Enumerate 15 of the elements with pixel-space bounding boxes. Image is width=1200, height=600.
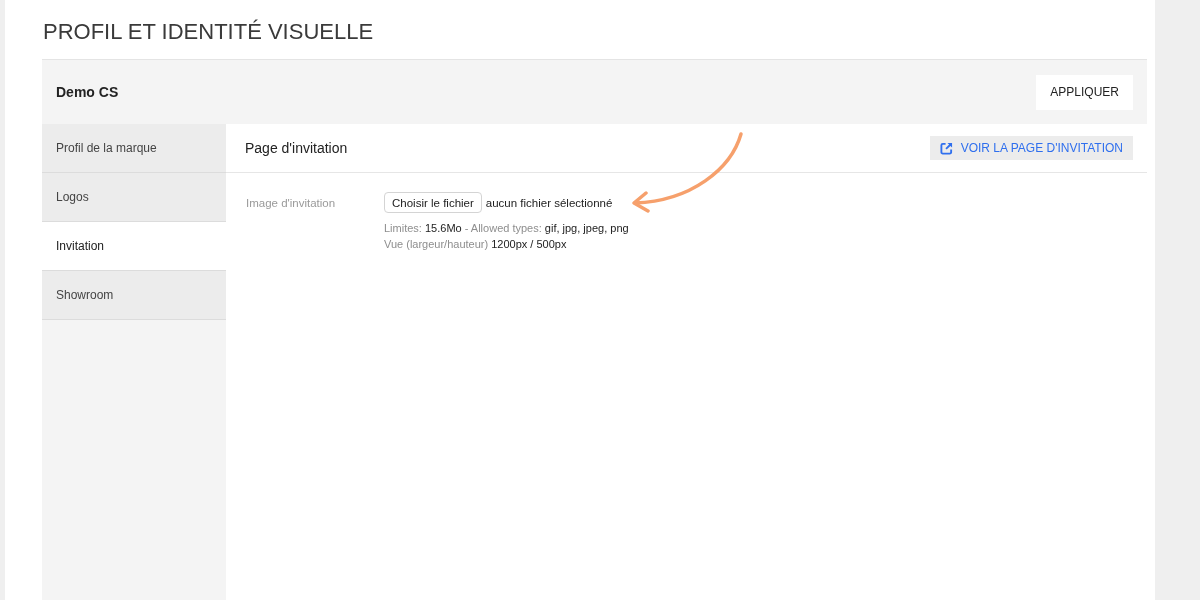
hint-text: Limites: 15.6Mo - Allowed types: gif, jpg, jpeg, png [384,221,629,236]
choose-file-button[interactable]: Choisir le fichier [384,192,482,213]
apply-button[interactable]: APPLIQUER [1036,74,1133,110]
sidebar-item[interactable]: Logos [42,173,226,222]
section-title: Page d'invitation [245,140,348,156]
hint-text: Vue (largeur/hauteur) 1200px / 500px [384,237,568,252]
file-status: aucun fichier sélectionné [485,196,613,209]
sidebar-item[interactable]: Invitation [42,222,226,271]
field-label: Image d'invitation [246,196,337,209]
external-link-icon [939,141,953,155]
brand-name: Demo CS [56,84,119,100]
sidebar-item[interactable]: Profil de la marque [42,124,226,173]
view-page-button[interactable]: VOIR LA PAGE D'INVITATION [929,136,1133,160]
sidebar-item[interactable]: Showroom [42,271,226,320]
page-title: PROFIL ET IDENTITÉ VISUELLE [43,19,374,45]
